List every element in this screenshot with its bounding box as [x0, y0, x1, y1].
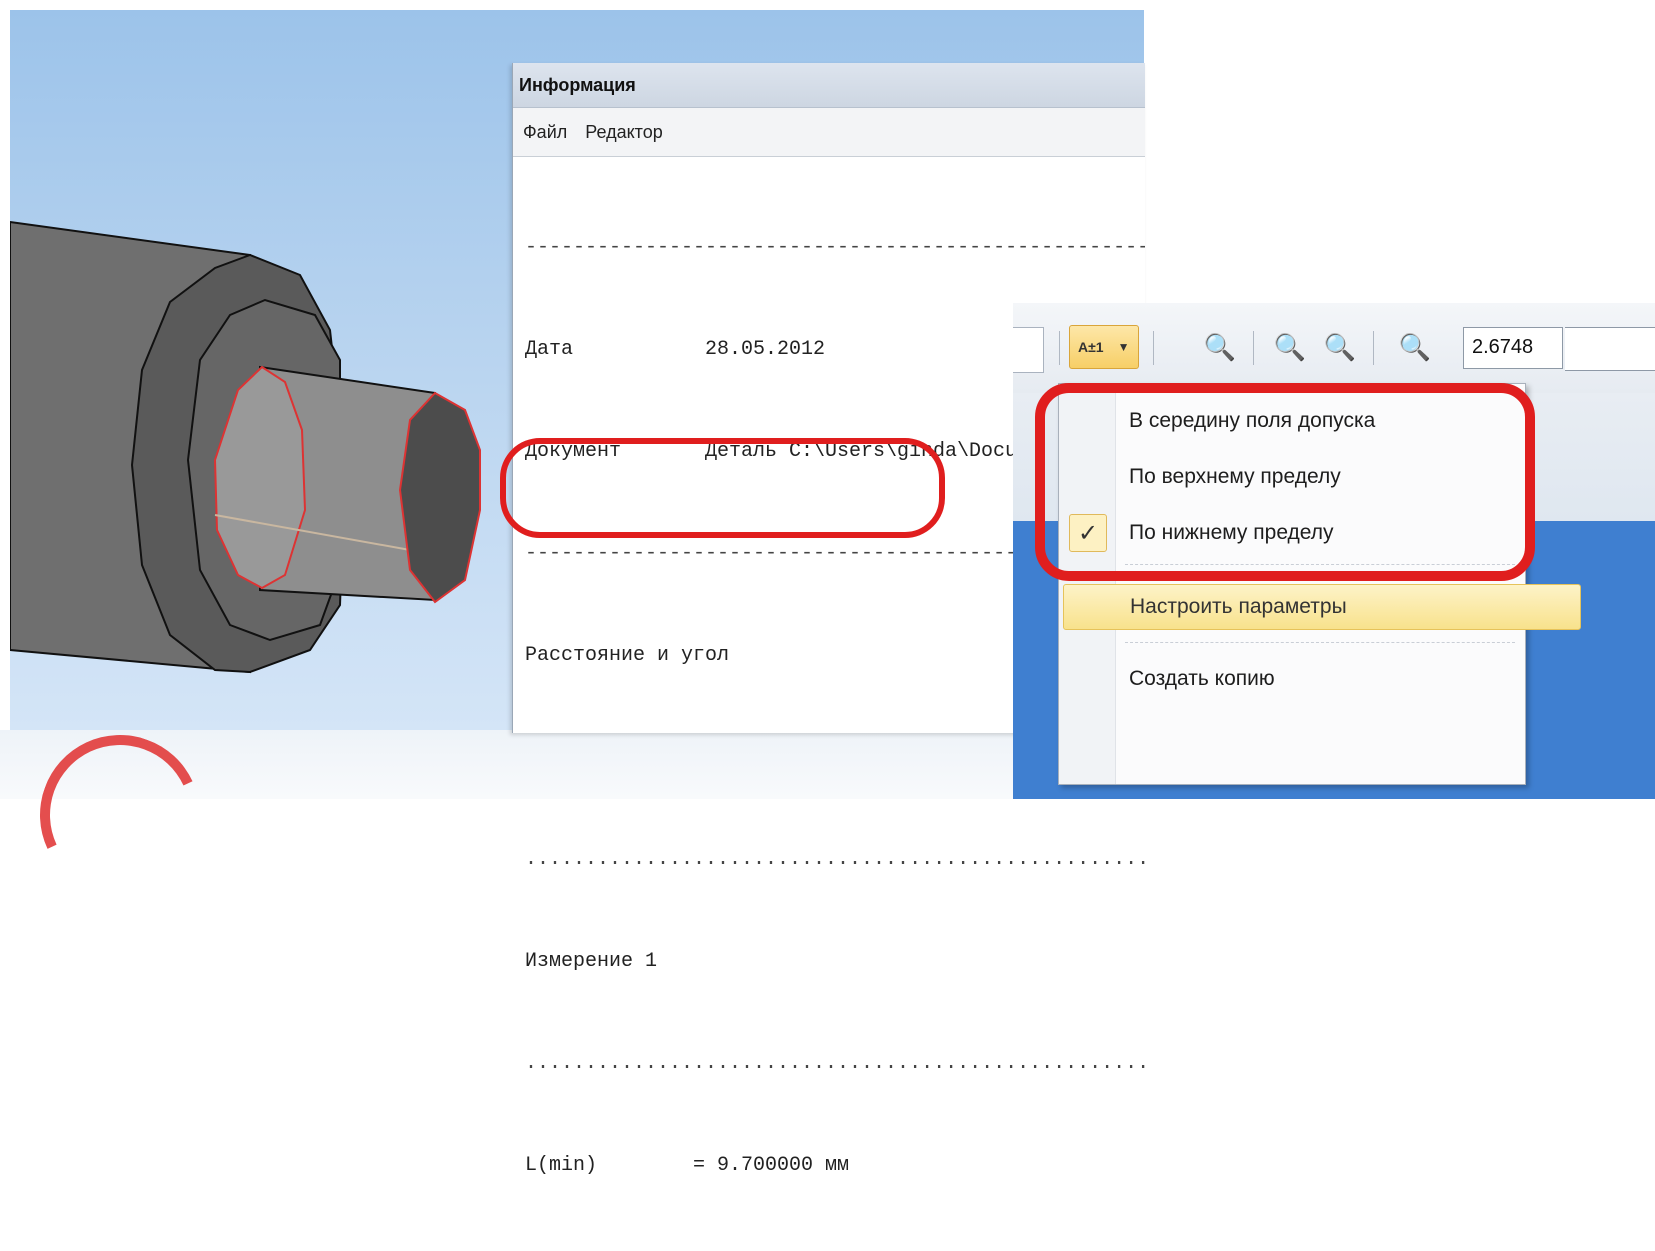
- dimension-icon: A±1: [1078, 339, 1104, 355]
- date-value: 28.05.2012: [705, 338, 826, 361]
- dotted-line: ........................................…: [525, 848, 1145, 871]
- toolbar-field[interactable]: [1013, 327, 1044, 373]
- date-label: Дата: [525, 338, 574, 361]
- zoom-scale-field[interactable]: 2.6748: [1463, 327, 1563, 369]
- zoom-frame-icon[interactable]: 🔍: [1268, 325, 1312, 369]
- dimension-tolerance-button[interactable]: A±1 ▼: [1069, 325, 1139, 369]
- highlight-result: [500, 438, 945, 538]
- menu-item-configure[interactable]: Настроить параметры: [1063, 584, 1581, 630]
- dotted-line: ........................................…: [525, 1052, 1145, 1075]
- result-label: L(min): [525, 1154, 598, 1177]
- window-title: Информация: [513, 63, 1145, 108]
- menu-item-create-copy[interactable]: Создать копию: [1119, 654, 1529, 704]
- result-row: L(min) = 9.700000 мм: [525, 1149, 1145, 1183]
- menu-editor[interactable]: Редактор: [585, 122, 662, 143]
- chevron-down-icon: ▼: [1117, 340, 1130, 354]
- menu-file[interactable]: Файл: [523, 122, 567, 143]
- highlight-menu: [1035, 383, 1535, 581]
- separator-line: ----------------------------------------…: [525, 236, 1145, 259]
- zoom-in-out-icon[interactable]: 🔍: [1393, 325, 1437, 369]
- toolbar: A±1 ▼ 🔍 🔍 🔍 🔍 2.6748: [1013, 303, 1655, 394]
- measure-title: Измерение 1: [525, 950, 658, 973]
- result-value: = 9.700000 мм: [693, 1154, 850, 1177]
- menu-bar: Файл Редактор: [513, 108, 1145, 157]
- zoom-scale-icon[interactable]: 🔍: [1318, 325, 1362, 369]
- zoom-window-icon[interactable]: 🔍: [1198, 325, 1242, 369]
